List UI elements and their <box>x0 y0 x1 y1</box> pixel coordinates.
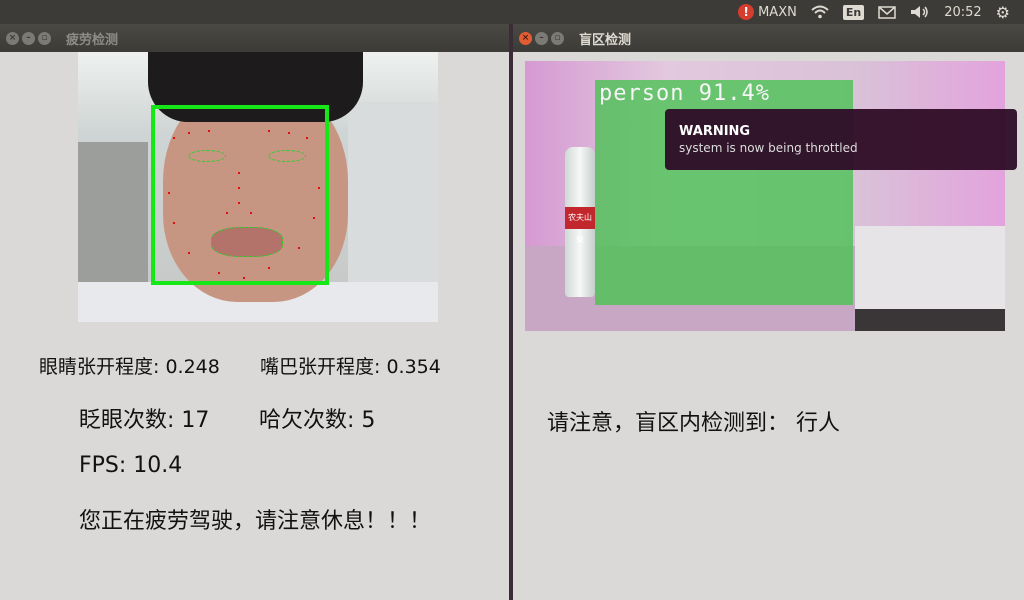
notification-body: system is now being throttled <box>679 141 858 155</box>
wifi-icon[interactable] <box>811 5 829 19</box>
blindspot-message: 请注意，盲区内检测到： 行人 <box>547 411 840 436</box>
volume-icon[interactable] <box>910 5 930 19</box>
fps-readout: FPS: 10.4 <box>79 453 183 478</box>
fatigue-window: × – ▫ 疲劳检测 眼睛张开程度: 0.248 嘴巴张开程度: 0.354 眨… <box>0 24 509 600</box>
minimize-icon[interactable]: – <box>535 31 548 45</box>
power-mode-label: MAXN <box>758 4 797 20</box>
eye-open-stat: 眼睛张开程度: 0.248 <box>39 356 220 378</box>
input-language: En <box>842 4 865 20</box>
minimize-icon[interactable]: – <box>22 31 35 45</box>
fatigue-warning: 您正在疲劳驾驶，请注意休息！！！ <box>79 509 432 534</box>
detection-label: person 91.4% <box>599 81 770 106</box>
bottle-label: 农夫山泉 <box>565 207 595 244</box>
maximize-icon[interactable]: ▫ <box>38 31 51 45</box>
bottle: 农夫山泉 <box>565 147 595 297</box>
window-title: 疲劳检测 <box>66 32 119 48</box>
notification-title: WARNING <box>679 124 751 139</box>
mouth-open-stat: 嘴巴张开程度: 0.354 <box>260 356 441 378</box>
clock[interactable]: 20:52 <box>944 5 981 20</box>
yawn-count: 哈欠次数: 5 <box>259 408 376 433</box>
blink-count: 眨眼次数: 17 <box>79 408 210 433</box>
close-icon[interactable]: × <box>519 31 532 45</box>
top-panel: ! MAXN En 20:52 ⚙ <box>0 0 1024 24</box>
keyboard-lang-icon[interactable]: En <box>842 4 865 20</box>
mail-icon[interactable] <box>878 5 896 19</box>
face-camera-feed <box>78 52 438 322</box>
blindspot-titlebar[interactable]: × – ▫ 盲区检测 <box>513 24 1024 52</box>
maximize-icon[interactable]: ▫ <box>551 31 564 45</box>
alert-icon: ! <box>738 4 755 20</box>
fatigue-titlebar[interactable]: × – ▫ 疲劳检测 <box>0 24 509 52</box>
face-detection-box <box>151 105 329 285</box>
power-mode-indicator[interactable]: ! MAXN <box>738 4 797 20</box>
gear-icon[interactable]: ⚙ <box>996 3 1010 22</box>
window-title: 盲区检测 <box>579 32 632 48</box>
blindspot-camera-feed: 农夫山泉 person 91.4% <box>525 61 1005 331</box>
close-icon[interactable]: × <box>6 31 19 45</box>
throttle-notification[interactable]: WARNING system is now being throttled <box>665 109 1017 170</box>
